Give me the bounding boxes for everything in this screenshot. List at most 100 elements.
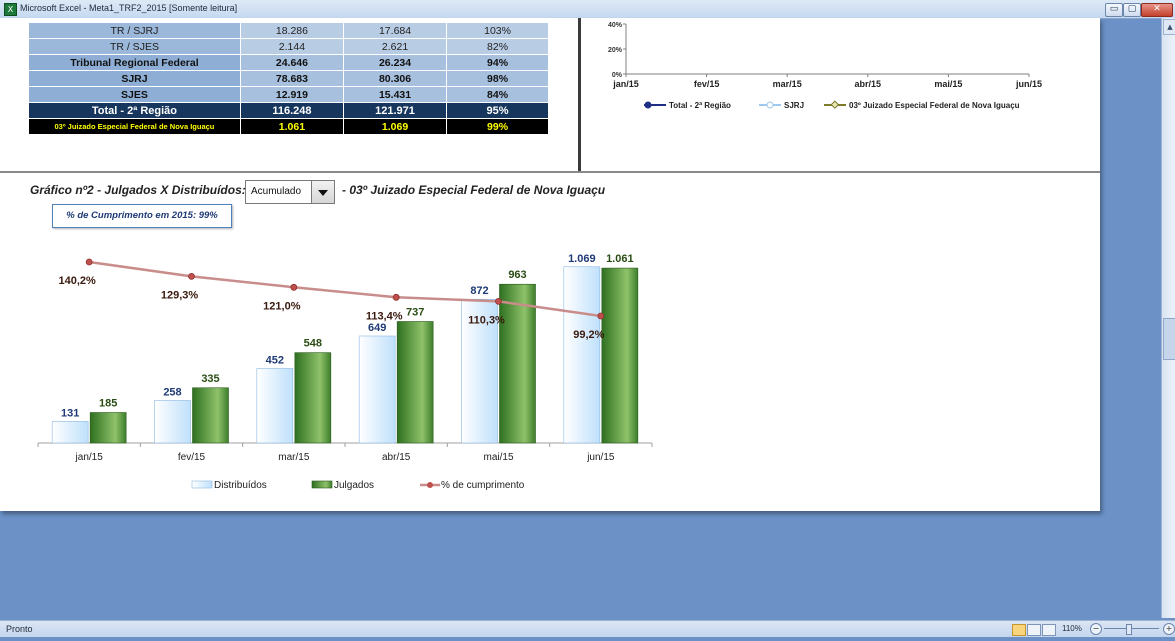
summary-row[interactable]: TR / SJES 2.144 2.621 82%	[29, 38, 549, 55]
summary-table: TR / SJRJ 18.286 17.684 103% TR / SJES 2.144 2…	[29, 23, 549, 135]
chart2-title: Gráfico nº2 - Julgados X Distribuídos:	[30, 183, 246, 197]
period-dropdown[interactable]: Acumulado	[245, 180, 335, 204]
summary-row[interactable]: 03º Juizado Especial Federal de Nova Igu…	[29, 118, 549, 135]
x-tick-label: mar/15	[278, 452, 310, 463]
y-tick-label: 0%	[612, 72, 623, 79]
bar-distribuidos	[51, 421, 89, 444]
bar-label-distribuidos: 1.069	[568, 253, 596, 265]
vertical-divider	[578, 18, 581, 172]
x-tick-label: mai/15	[934, 79, 962, 89]
julgados-cell[interactable]: 24.646	[240, 54, 344, 71]
zoom-level[interactable]: 110%	[1062, 624, 1082, 633]
window-title: Microsoft Excel - Meta1_TRF2_2015 [Somen…	[20, 3, 238, 13]
row-label[interactable]: SJES	[29, 86, 241, 103]
pct-cell[interactable]: 99%	[446, 118, 549, 135]
normal-view-icon[interactable]	[1012, 624, 1026, 636]
row-label[interactable]: TR / SJES	[29, 38, 241, 55]
bar-label-julgados: 335	[201, 373, 219, 385]
vertical-scrollbar[interactable]: ▲	[1161, 18, 1175, 618]
title-bar: X Microsoft Excel - Meta1_TRF2_2015 [Som…	[0, 0, 1175, 19]
pct-label: 110,3%	[468, 314, 505, 326]
minimize-button[interactable]: ▭	[1105, 3, 1123, 17]
bar-julgados	[499, 283, 536, 444]
row-label[interactable]: SJRJ	[29, 70, 241, 87]
bar-distribuidos	[563, 266, 601, 444]
pct-marker	[392, 293, 400, 301]
horizontal-divider	[0, 171, 1100, 173]
distribuidos-cell[interactable]: 2.621	[343, 38, 448, 55]
distribuidos-cell[interactable]: 15.431	[343, 86, 448, 103]
worksheet[interactable]: TR / SJRJ 18.286 17.684 103% TR / SJES 2.144 2…	[0, 18, 1100, 511]
pct-label: 129,3%	[161, 289, 199, 301]
x-tick-label: mai/15	[483, 452, 513, 463]
julgados-cell[interactable]: 2.144	[240, 38, 344, 55]
pct-cell[interactable]: 84%	[446, 86, 549, 103]
distribuidos-cell[interactable]: 26.234	[343, 54, 448, 71]
period-dropdown-value: Acumulado	[251, 186, 302, 197]
bar-label-julgados: 963	[508, 269, 526, 281]
row-label[interactable]: 03º Juizado Especial Federal de Nova Igu…	[29, 118, 241, 135]
pct-label: 121,0%	[263, 300, 301, 312]
chart2-subtitle: - 03º Juizado Especial Federal de Nova I…	[342, 183, 606, 197]
legend-marker	[766, 101, 774, 109]
x-tick-label: mar/15	[773, 79, 802, 89]
zoom-slider-thumb[interactable]	[1126, 624, 1132, 635]
pct-cell[interactable]: 94%	[446, 54, 549, 71]
row-label[interactable]: TR / SJRJ	[29, 23, 241, 39]
legend-distribuidos: Distribuídos	[214, 480, 267, 491]
bar-label-distribuidos: 131	[61, 407, 79, 419]
bar-label-julgados: 185	[99, 398, 117, 410]
restore-button[interactable]: ▢	[1123, 3, 1141, 17]
row-label[interactable]: Tribunal Regional Federal	[29, 54, 241, 71]
bar-label-julgados: 737	[406, 306, 424, 318]
scroll-thumb[interactable]	[1163, 318, 1175, 360]
pct-cell[interactable]: 95%	[446, 102, 549, 119]
legend-distribuidos-swatch	[191, 480, 213, 489]
julgados-cell[interactable]: 18.286	[240, 23, 344, 39]
summary-row[interactable]: Tribunal Regional Federal 24.646 26.234 94%	[29, 54, 549, 71]
distribuidos-cell[interactable]: 17.684	[343, 23, 448, 39]
pct-cell[interactable]: 82%	[446, 38, 549, 55]
summary-row[interactable]: TR / SJRJ 18.286 17.684 103%	[29, 23, 549, 39]
pct-marker	[188, 272, 195, 280]
legend-julgados: Julgados	[334, 480, 374, 491]
pct-label: 113,4%	[366, 310, 403, 322]
julgados-cell[interactable]: 1.061	[240, 118, 344, 135]
bar-label-julgados: 1.061	[606, 253, 634, 265]
pct-label: 99,2%	[573, 329, 604, 341]
status-text: Pronto	[6, 624, 33, 634]
bar-label-distribuidos: 872	[470, 285, 488, 297]
pct-marker	[495, 297, 502, 305]
summary-row[interactable]: SJES 12.919 15.431 84%	[29, 86, 549, 103]
pct-marker	[597, 312, 605, 320]
summary-row[interactable]: SJRJ 78.683 80.306 98%	[29, 70, 549, 87]
legend-pct: % de cumprimento	[441, 480, 525, 491]
julgados-cell[interactable]: 78.683	[240, 70, 344, 87]
legend-label: 03º Juizado Especial Federal de Nova Igu…	[849, 101, 1020, 110]
excel-icon[interactable]: X	[4, 3, 17, 16]
julgados-cell[interactable]: 12.919	[240, 86, 344, 103]
close-button[interactable]: ✕	[1141, 3, 1173, 17]
julgados-cell[interactable]: 116.248	[240, 102, 344, 119]
zoom-in-icon[interactable]: +	[1163, 623, 1175, 635]
distribuidos-cell[interactable]: 121.971	[343, 102, 448, 119]
dropdown-arrow-icon[interactable]	[311, 181, 334, 203]
scroll-up-icon[interactable]: ▲	[1163, 19, 1175, 35]
pct-label: 140,2%	[59, 275, 97, 287]
pct-marker	[85, 258, 93, 266]
pct-cell[interactable]: 98%	[446, 70, 549, 87]
legend-marker	[644, 101, 652, 109]
summary-row[interactable]: Total - 2ª Região 116.248 121.971 95%	[29, 102, 549, 119]
distribuidos-cell[interactable]: 80.306	[343, 70, 448, 87]
monthly-line-chart: 0% 20% 40% jan/15 fev/15 mar/15 abr/15 mai/15 ju…	[608, 22, 1042, 110]
distribuidos-cell[interactable]: 1.069	[343, 118, 448, 135]
legend-marker	[830, 100, 840, 109]
pct-cell[interactable]: 103%	[446, 23, 549, 39]
page-break-view-icon[interactable]	[1042, 624, 1056, 636]
page-layout-view-icon[interactable]	[1027, 624, 1041, 636]
zoom-out-icon[interactable]: −	[1090, 623, 1102, 635]
row-label[interactable]: Total - 2ª Região	[29, 102, 241, 119]
bar-distribuidos	[154, 400, 191, 444]
y-tick-label: 20%	[608, 47, 623, 54]
legend-pct-marker	[427, 482, 433, 488]
